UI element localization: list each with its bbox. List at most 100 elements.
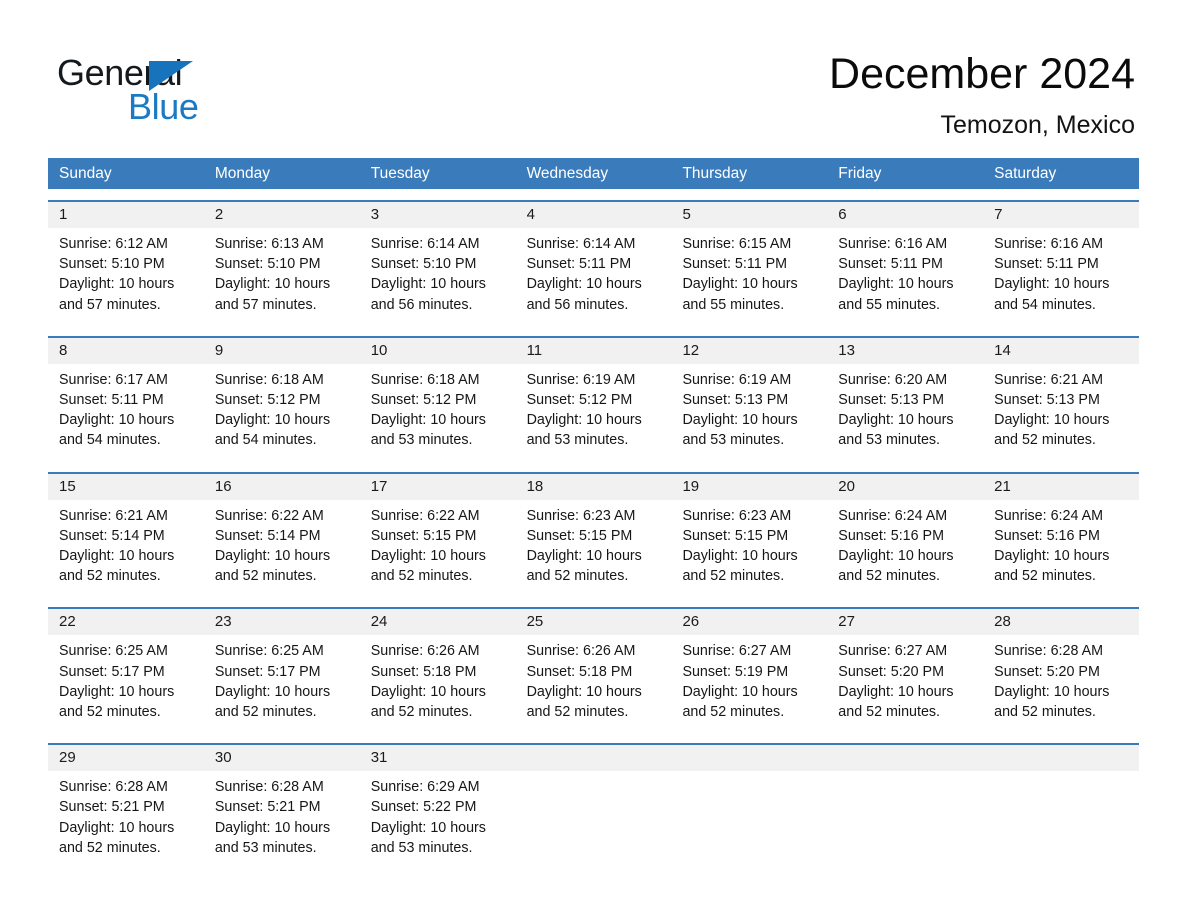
sunrise-text: Sunrise: 6:16 AM xyxy=(994,236,1104,252)
daylight-text-line2: and 56 minutes. xyxy=(370,296,473,313)
day-cell[interactable]: 27 Sunrise: 6:27 AM Sunset: 5:20 PM Dayl… xyxy=(827,609,984,733)
sunrise-text: Sunrise: 6:25 AM xyxy=(59,643,168,660)
day-cell[interactable]: 2 Sunrise: 6:13 AM Sunset: 5:10 PM Dayli… xyxy=(203,202,360,325)
sunset-text: Sunset: 5:19 PM xyxy=(682,663,789,680)
day-cell[interactable]: 31 Sunrise: 6:29 AM Sunset: 5:22 PM Dayl… xyxy=(359,745,516,869)
sunset-text: Sunset: 5:16 PM xyxy=(994,527,1100,544)
sunset-text: Sunset: 5:20 PM xyxy=(994,663,1100,680)
day-cell[interactable]: 17 Sunrise: 6:22 AM Sunset: 5:15 PM Dayl… xyxy=(359,473,516,597)
day-number: 26 xyxy=(671,609,828,636)
daylight-text-line1: Daylight: 10 hours xyxy=(526,548,642,565)
daylight-text-line1: Daylight: 10 hours xyxy=(994,683,1110,700)
weekday-header-saturday: Saturday xyxy=(994,165,1057,182)
day-cell[interactable]: 20 Sunrise: 6:24 AM Sunset: 5:16 PM Dayl… xyxy=(827,473,984,597)
day-cell[interactable]: 29 Sunrise: 6:28 AM Sunset: 5:21 PM Dayl… xyxy=(48,745,204,869)
day-number: 9 xyxy=(203,337,360,364)
day-details: Sunrise: 6:19 AM Sunset: 5:13 PM Dayligh… xyxy=(671,364,827,461)
daylight-text-line1: Daylight: 10 hours xyxy=(59,683,175,700)
sunrise-text: Sunrise: 6:21 AM xyxy=(59,507,168,524)
daylight-text-line1: Daylight: 10 hours xyxy=(994,276,1110,293)
sunrise-text: Sunrise: 6:26 AM xyxy=(370,643,480,660)
day-cell[interactable]: 16 Sunrise: 6:22 AM Sunset: 5:14 PM Dayl… xyxy=(203,473,360,597)
day-cell-empty xyxy=(827,745,984,869)
day-cell[interactable]: 19 Sunrise: 6:23 AM Sunset: 5:15 PM Dayl… xyxy=(671,473,828,597)
day-cell[interactable]: 12 Sunrise: 6:19 AM Sunset: 5:13 PM Dayl… xyxy=(671,337,828,461)
sunset-text: Sunset: 5:13 PM xyxy=(994,392,1100,409)
sunrise-text: Sunrise: 6:27 AM xyxy=(838,643,948,660)
day-cell[interactable]: 23 Sunrise: 6:25 AM Sunset: 5:17 PM Dayl… xyxy=(203,609,360,733)
day-details: Sunrise: 6:18 AM Sunset: 5:12 PM Dayligh… xyxy=(360,364,516,461)
day-cell[interactable]: 14 Sunrise: 6:21 AM Sunset: 5:13 PM Dayl… xyxy=(983,337,1140,461)
day-cell[interactable]: 13 Sunrise: 6:20 AM Sunset: 5:13 PM Dayl… xyxy=(827,337,984,461)
day-details: Sunrise: 6:23 AM Sunset: 5:15 PM Dayligh… xyxy=(671,500,827,597)
day-cell[interactable]: 6 Sunrise: 6:16 AM Sunset: 5:11 PM Dayli… xyxy=(827,202,984,325)
day-cell[interactable]: 9 Sunrise: 6:18 AM Sunset: 5:12 PM Dayli… xyxy=(203,337,360,461)
day-details: Sunrise: 6:18 AM Sunset: 5:12 PM Dayligh… xyxy=(204,364,360,461)
day-number: 11 xyxy=(515,337,672,364)
weekday-header-monday: Monday xyxy=(214,165,271,182)
sunrise-text: Sunrise: 6:15 AM xyxy=(682,236,792,252)
daylight-text-line1: Daylight: 10 hours xyxy=(838,548,954,565)
sunrise-text: Sunrise: 6:21 AM xyxy=(994,371,1104,388)
daylight-text-line2: and 52 minutes. xyxy=(526,568,629,585)
sunrise-text: Sunrise: 6:26 AM xyxy=(526,643,636,660)
day-cell[interactable]: 30 Sunrise: 6:28 AM Sunset: 5:21 PM Dayl… xyxy=(203,745,360,869)
day-details: Sunrise: 6:15 AM Sunset: 5:11 PM Dayligh… xyxy=(671,228,827,325)
daylight-text-line2: and 52 minutes. xyxy=(838,568,941,585)
day-cell[interactable]: 22 Sunrise: 6:25 AM Sunset: 5:17 PM Dayl… xyxy=(48,609,204,733)
daylight-text-line2: and 53 minutes. xyxy=(526,432,629,449)
day-number: 5 xyxy=(671,202,828,228)
day-details: Sunrise: 6:14 AM Sunset: 5:11 PM Dayligh… xyxy=(516,228,672,325)
day-details: Sunrise: 6:22 AM Sunset: 5:15 PM Dayligh… xyxy=(360,500,516,597)
day-details: Sunrise: 6:28 AM Sunset: 5:20 PM Dayligh… xyxy=(983,635,1139,732)
day-cell[interactable]: 10 Sunrise: 6:18 AM Sunset: 5:12 PM Dayl… xyxy=(359,337,516,461)
day-details: Sunrise: 6:28 AM Sunset: 5:21 PM Dayligh… xyxy=(204,771,360,868)
day-cell[interactable]: 21 Sunrise: 6:24 AM Sunset: 5:16 PM Dayl… xyxy=(983,473,1140,597)
day-number: 24 xyxy=(359,609,516,636)
daylight-text-line2: and 53 minutes. xyxy=(370,432,473,449)
sunset-text: Sunset: 5:11 PM xyxy=(994,256,1099,273)
daylight-text-line2: and 53 minutes. xyxy=(214,839,317,856)
day-cell[interactable]: 24 Sunrise: 6:26 AM Sunset: 5:18 PM Dayl… xyxy=(359,609,516,733)
week-row: 22 Sunrise: 6:25 AM Sunset: 5:17 PM Dayl… xyxy=(48,607,1140,733)
daylight-text-line1: Daylight: 10 hours xyxy=(682,683,798,700)
daylight-text-line2: and 52 minutes. xyxy=(994,432,1096,449)
daylight-text-line1: Daylight: 10 hours xyxy=(838,412,954,429)
day-details: Sunrise: 6:25 AM Sunset: 5:17 PM Dayligh… xyxy=(48,635,204,732)
day-cell[interactable]: 8 Sunrise: 6:17 AM Sunset: 5:11 PM Dayli… xyxy=(48,337,204,461)
calendar-page: General Blue December 2024 Temozon, Mexi… xyxy=(0,0,1188,918)
day-details: Sunrise: 6:28 AM Sunset: 5:21 PM Dayligh… xyxy=(48,771,204,868)
day-details xyxy=(827,771,983,855)
sunset-text: Sunset: 5:12 PM xyxy=(214,392,321,409)
day-number: 28 xyxy=(983,609,1140,636)
day-cell[interactable]: 7 Sunrise: 6:16 AM Sunset: 5:11 PM Dayli… xyxy=(983,202,1140,325)
daylight-text-line2: and 52 minutes. xyxy=(214,704,317,721)
daylight-text-line2: and 52 minutes. xyxy=(59,568,161,585)
daylight-text-line1: Daylight: 10 hours xyxy=(994,412,1110,429)
day-number: 14 xyxy=(983,337,1140,364)
day-cell[interactable]: 4 Sunrise: 6:14 AM Sunset: 5:11 PM Dayli… xyxy=(515,202,672,325)
day-number: 17 xyxy=(359,473,516,500)
week-row: 1 Sunrise: 6:12 AM Sunset: 5:10 PM Dayli… xyxy=(48,200,1140,325)
sunrise-text: Sunrise: 6:25 AM xyxy=(214,643,324,660)
day-number: 23 xyxy=(203,609,360,636)
day-cell[interactable]: 1 Sunrise: 6:12 AM Sunset: 5:10 PM Dayli… xyxy=(48,202,204,325)
daylight-text-line2: and 54 minutes. xyxy=(59,432,161,449)
day-number: 10 xyxy=(359,337,516,364)
day-cell[interactable]: 26 Sunrise: 6:27 AM Sunset: 5:19 PM Dayl… xyxy=(671,609,828,733)
sunset-text: Sunset: 5:10 PM xyxy=(370,256,477,273)
daylight-text-line1: Daylight: 10 hours xyxy=(838,276,954,293)
daylight-text-line1: Daylight: 10 hours xyxy=(370,276,486,293)
day-cell[interactable]: 25 Sunrise: 6:26 AM Sunset: 5:18 PM Dayl… xyxy=(515,609,672,733)
day-cell[interactable]: 28 Sunrise: 6:28 AM Sunset: 5:20 PM Dayl… xyxy=(983,609,1140,733)
day-cell[interactable]: 5 Sunrise: 6:15 AM Sunset: 5:11 PM Dayli… xyxy=(671,202,828,325)
sunset-text: Sunset: 5:12 PM xyxy=(370,392,477,409)
day-cell[interactable]: 18 Sunrise: 6:23 AM Sunset: 5:15 PM Dayl… xyxy=(515,473,672,597)
day-cell[interactable]: 3 Sunrise: 6:14 AM Sunset: 5:10 PM Dayli… xyxy=(359,202,516,325)
day-number: 1 xyxy=(48,202,204,228)
sunset-text: Sunset: 5:10 PM xyxy=(59,256,165,273)
day-cell[interactable]: 15 Sunrise: 6:21 AM Sunset: 5:14 PM Dayl… xyxy=(48,473,204,597)
sunrise-text: Sunrise: 6:28 AM xyxy=(214,779,324,796)
day-cell[interactable]: 11 Sunrise: 6:19 AM Sunset: 5:12 PM Dayl… xyxy=(515,337,672,461)
day-details: Sunrise: 6:21 AM Sunset: 5:14 PM Dayligh… xyxy=(48,500,204,597)
